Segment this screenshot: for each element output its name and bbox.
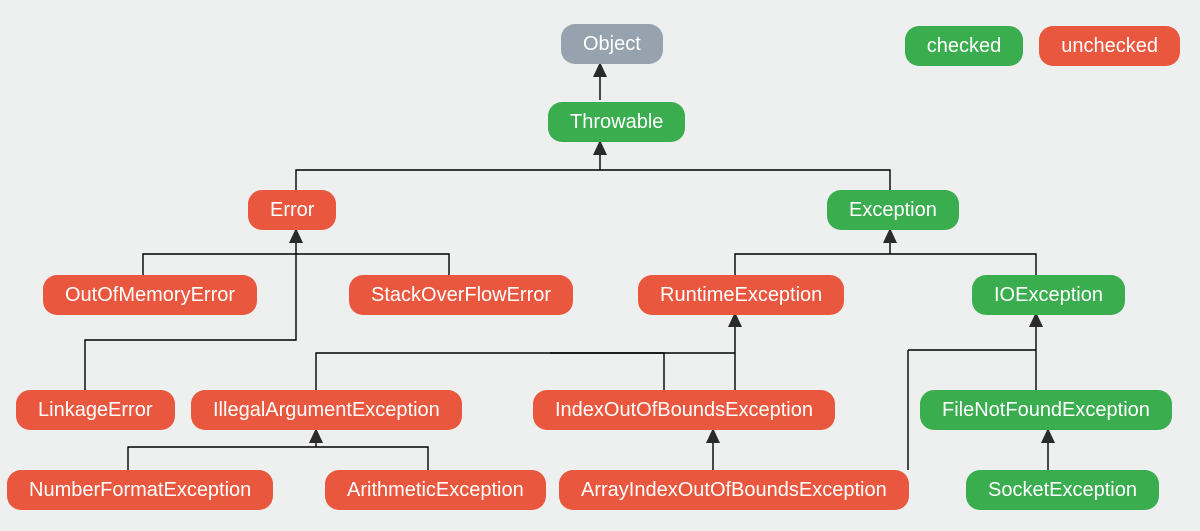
legend-unchecked: unchecked (1039, 26, 1180, 66)
node-throwable: Throwable (548, 102, 685, 142)
node-sofe: StackOverFlowError (349, 275, 573, 315)
node-linkage: LinkageError (16, 390, 175, 430)
node-ioobe: IndexOutOfBoundsException (533, 390, 835, 430)
legend-checked: checked (905, 26, 1024, 66)
node-runtime: RuntimeException (638, 275, 844, 315)
node-object: Object (561, 24, 663, 64)
connector-lines (0, 0, 1200, 531)
node-illegalarg: IllegalArgumentException (191, 390, 462, 430)
node-socket: SocketException (966, 470, 1159, 510)
node-io: IOException (972, 275, 1125, 315)
legend: checked unchecked (905, 26, 1180, 66)
node-aioobe: ArrayIndexOutOfBoundsException (559, 470, 909, 510)
node-filenf: FileNotFoundException (920, 390, 1172, 430)
node-oome: OutOfMemoryError (43, 275, 257, 315)
node-error: Error (248, 190, 336, 230)
node-exception: Exception (827, 190, 959, 230)
node-arith: ArithmeticException (325, 470, 546, 510)
node-nfe: NumberFormatException (7, 470, 273, 510)
